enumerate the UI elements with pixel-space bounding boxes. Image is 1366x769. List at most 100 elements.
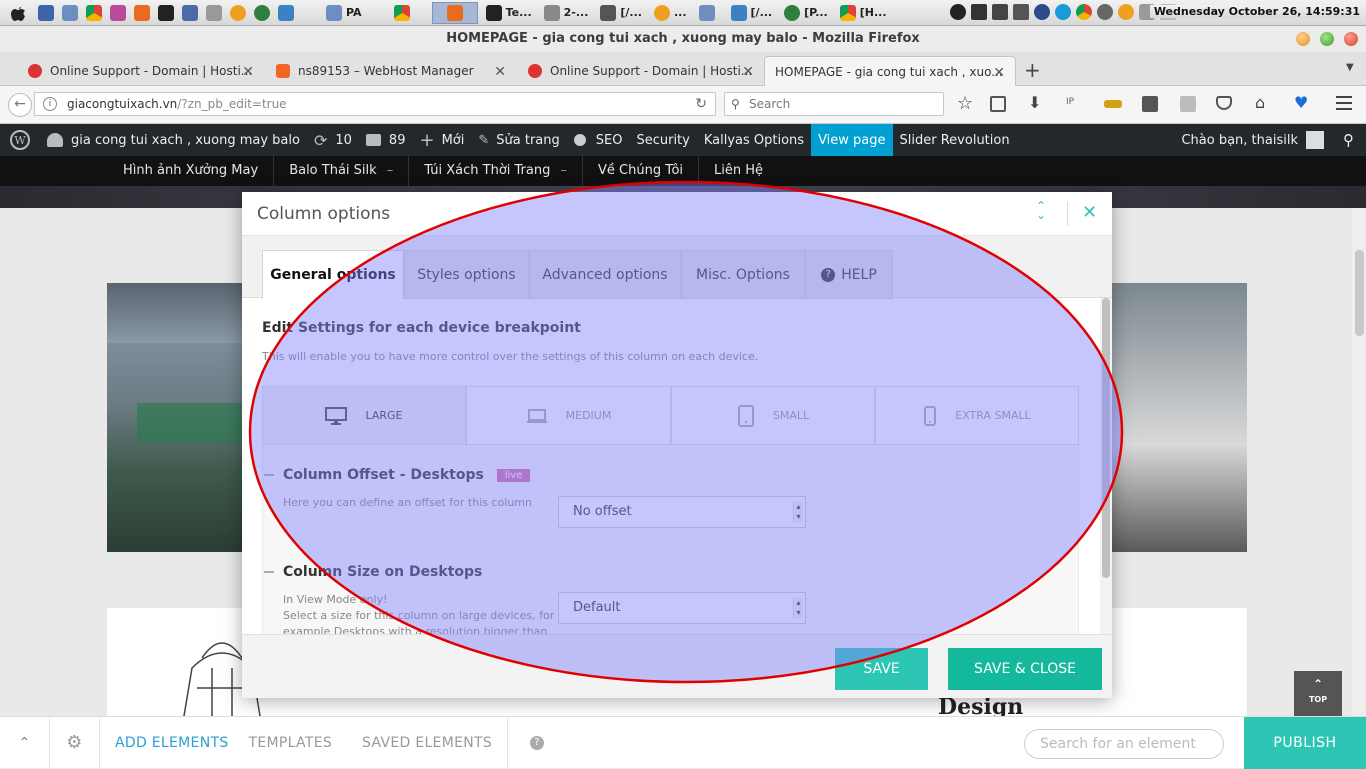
wp-view-page[interactable]: View page [811, 124, 893, 156]
key-icon[interactable] [1104, 100, 1122, 108]
wp-edit-page[interactable]: ✎ Sửa trang [471, 124, 566, 156]
window-icon[interactable] [38, 4, 54, 21]
offset-select[interactable]: No offset ▴ ▾ [558, 496, 806, 528]
add-elements-button[interactable]: ADD ELEMENTS [100, 717, 244, 769]
templates-button[interactable]: TEMPLATES [244, 717, 348, 769]
home-icon[interactable]: ⌂ [1255, 93, 1273, 112]
save-button[interactable]: SAVE [835, 648, 928, 690]
chrome-icon[interactable] [1076, 4, 1092, 20]
size-select[interactable]: Default ▴ ▾ [558, 592, 806, 624]
browser-tab[interactable]: ns89153 – WebHost Manager ✕ [266, 56, 516, 86]
wp-site-name[interactable]: gia cong tui xach , xuong may balo [40, 124, 307, 156]
globe-icon[interactable] [254, 4, 270, 21]
wp-account[interactable]: Chào bạn, thaisilk [1174, 124, 1331, 156]
chrome-icon[interactable] [393, 4, 410, 21]
scroll-top-button[interactable]: ⌃ TOP [1294, 671, 1342, 717]
chrome-icon[interactable] [86, 4, 102, 21]
ip-icon[interactable]: IP [1066, 97, 1084, 115]
close-tab-icon[interactable]: ✕ [494, 64, 506, 80]
lock-icon[interactable] [971, 4, 987, 20]
terminal-icon[interactable] [158, 4, 174, 21]
minimize-button[interactable] [1296, 32, 1310, 46]
task-item-active[interactable] [431, 1, 478, 24]
wordpress-logo-icon[interactable]: W [0, 124, 40, 156]
pocket-icon[interactable] [1216, 96, 1232, 110]
clock[interactable]: Wednesday October 26, 14:59:31 [1149, 5, 1360, 18]
wp-updates[interactable]: ⟳ 10 [307, 124, 359, 156]
task-item[interactable]: [P... [776, 2, 832, 24]
tab-help[interactable]: ? HELP [805, 250, 893, 299]
url-bar[interactable]: i giacongtuixach.vn/?zn_pb_edit=true ↻ [34, 92, 716, 116]
app-icon[interactable] [206, 4, 222, 21]
close-icon[interactable]: ✕ [1082, 202, 1097, 223]
element-search-input[interactable]: Search for an element [1024, 729, 1224, 759]
download-icon[interactable]: ⬇ [1028, 93, 1046, 112]
tab-misc-options[interactable]: Misc. Options [681, 250, 805, 299]
flame-icon[interactable] [230, 4, 246, 21]
volume-icon[interactable] [1013, 4, 1029, 20]
save-and-close-button[interactable]: SAVE & CLOSE [948, 648, 1102, 690]
close-window-button[interactable] [1344, 32, 1358, 46]
breakpoint-small[interactable]: SMALL [671, 386, 875, 445]
settings-gear-icon[interactable]: ⚙ [50, 716, 100, 769]
sync-icon[interactable] [1097, 4, 1113, 20]
extension-icon[interactable] [1180, 96, 1196, 112]
browser-tab[interactable]: Online Support - Domain | Hosti... ✕ [518, 56, 764, 86]
breakpoint-extra-small[interactable]: EXTRA SMALL [875, 386, 1079, 445]
wp-new[interactable]: + Mới [412, 124, 471, 156]
wp-slider-revolution[interactable]: Slider Revolution [893, 124, 1017, 156]
bookmark-star-icon[interactable]: ☆ [957, 93, 975, 114]
wp-seo[interactable]: SEO [567, 124, 630, 156]
breakpoint-large[interactable]: LARGE [262, 386, 466, 445]
wp-search-icon[interactable]: ⚲ [1331, 124, 1366, 156]
extension-icon[interactable] [1142, 96, 1158, 112]
nav-item[interactable]: Hình ảnh Xưởng May [108, 156, 275, 186]
back-icon[interactable]: ← [8, 93, 32, 117]
task-item[interactable]: [/... [723, 2, 777, 24]
task-item[interactable]: 2-... [536, 2, 593, 24]
collapse-chevron-icon[interactable]: ⌃ [0, 716, 50, 769]
flame-icon[interactable] [1118, 4, 1134, 20]
wp-kallyas-options[interactable]: Kallyas Options [697, 124, 811, 156]
reload-icon[interactable]: ↻ [695, 93, 707, 115]
nav-item[interactable]: Túi Xách Thời Trang – [409, 156, 584, 186]
task-item[interactable] [691, 2, 723, 24]
app-icon[interactable] [110, 4, 126, 21]
tab-styles-options[interactable]: Styles options [404, 250, 529, 299]
nav-item[interactable]: Về Chúng Tôi [583, 156, 700, 186]
wp-security[interactable]: Security [629, 124, 696, 156]
browser-tab-active[interactable]: HOMEPAGE - gia cong tui xach , xuo... ✕ [764, 56, 1016, 86]
saved-elements-button[interactable]: SAVED ELEMENTS [347, 716, 509, 769]
publish-button[interactable]: PUBLISH [1244, 717, 1366, 769]
extension-icon[interactable]: ♥ [1294, 93, 1312, 112]
tab-general-options[interactable]: General options [262, 250, 404, 299]
browser-tab[interactable]: Online Support - Domain | Hosti... ✕ [18, 56, 264, 86]
modal-scrollbar-thumb[interactable] [1102, 298, 1110, 578]
network-icon[interactable] [992, 4, 1008, 20]
task-item[interactable]: PA [318, 2, 366, 24]
nav-item[interactable]: Balo Thái Silk – [274, 156, 410, 186]
bluetooth-icon[interactable] [1034, 4, 1050, 20]
reading-list-icon[interactable] [990, 96, 1006, 112]
maximize-button[interactable] [1320, 32, 1334, 46]
files-icon[interactable] [62, 4, 78, 21]
help-icon[interactable]: ? [508, 717, 566, 769]
new-tab-button[interactable]: + [1024, 58, 1041, 82]
page-scrollbar-thumb[interactable] [1355, 250, 1364, 336]
task-item[interactable]: Te... [478, 2, 536, 24]
nav-item[interactable]: Liên Hệ [699, 156, 778, 186]
resize-arrows-icon[interactable]: ⌃ ⌄ [1036, 200, 1046, 221]
close-tab-icon[interactable]: ✕ [993, 65, 1005, 81]
breakpoint-medium[interactable]: MEDIUM [466, 386, 671, 445]
info-icon[interactable]: i [43, 97, 57, 111]
close-tab-icon[interactable]: ✕ [742, 64, 754, 80]
wp-comments[interactable]: 89 [359, 124, 413, 156]
firefox-icon[interactable] [134, 4, 150, 21]
search-input[interactable]: ⚲ Search [724, 92, 944, 116]
close-tab-icon[interactable]: ✕ [242, 64, 254, 80]
app-icon[interactable] [182, 4, 198, 21]
skype-icon[interactable] [1055, 4, 1071, 20]
apple-icon[interactable] [8, 3, 28, 23]
user-icon[interactable] [950, 4, 966, 20]
tab-list-chevron-icon[interactable]: ▼ [1346, 62, 1354, 73]
